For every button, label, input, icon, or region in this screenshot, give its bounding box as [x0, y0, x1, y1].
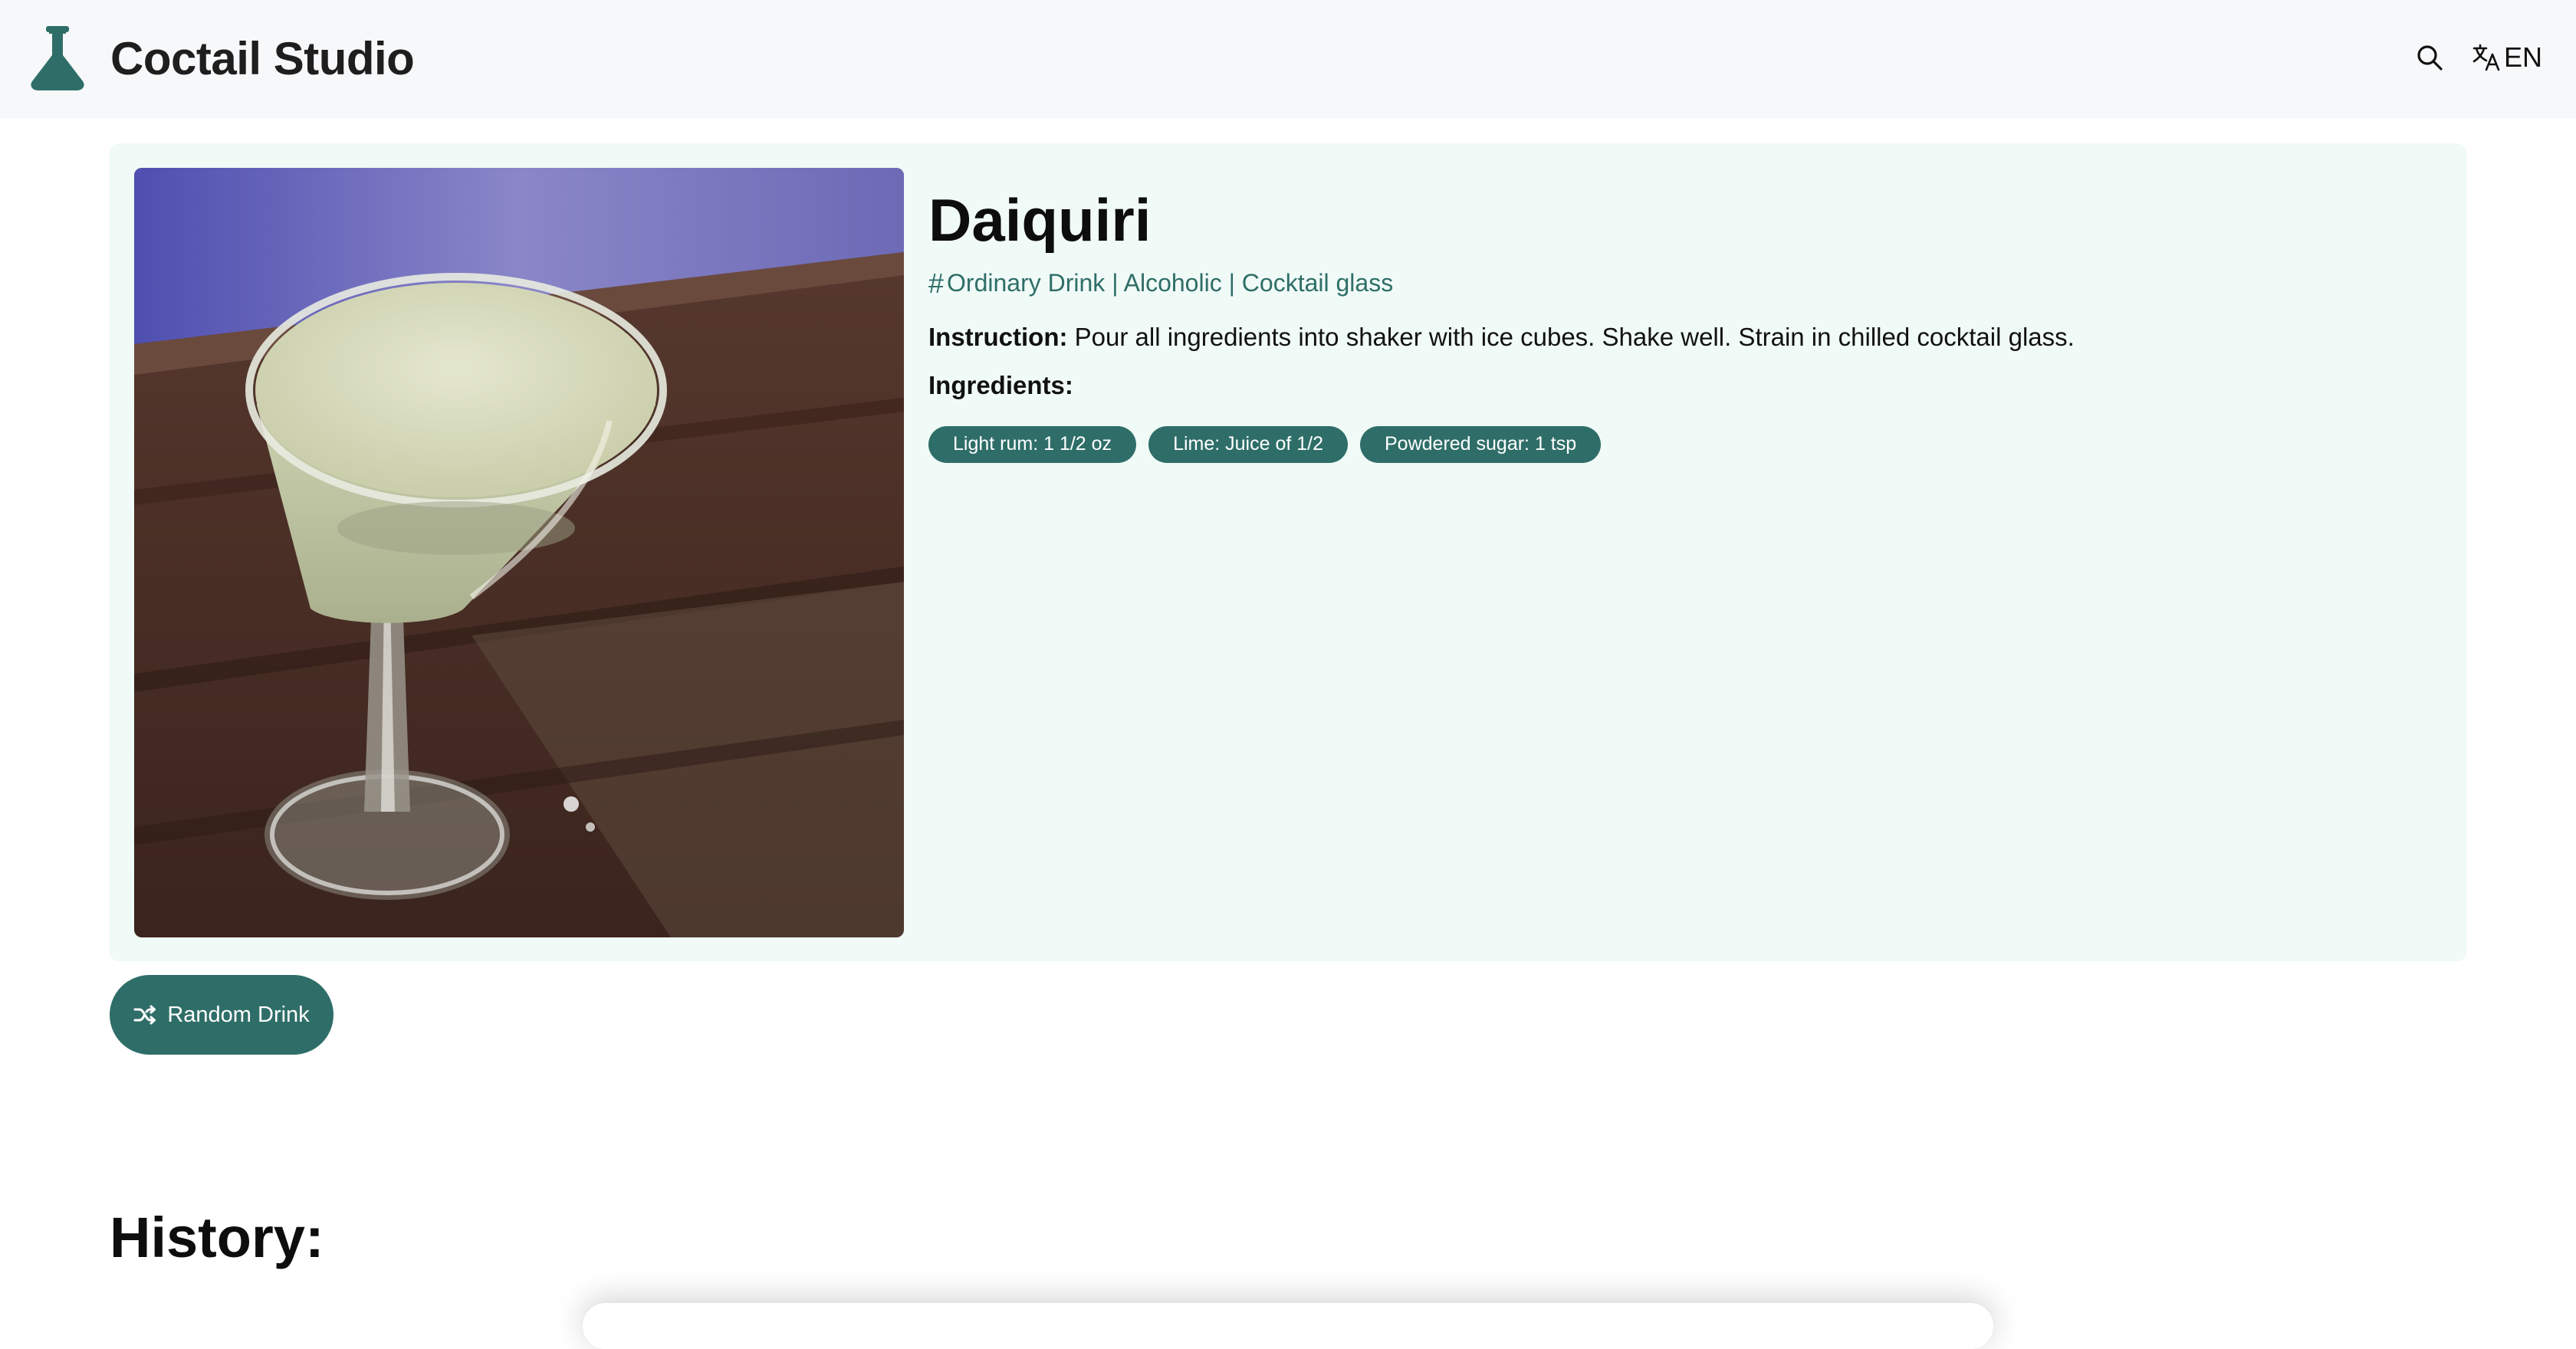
drink-card: Daiquiri # Ordinary Drink | Alcoholic | …	[110, 143, 2466, 961]
header-actions: EN	[2410, 38, 2542, 77]
top-bar: Coctail Studio EN	[0, 0, 2576, 118]
language-button[interactable]: EN	[2472, 38, 2542, 77]
drink-info: Daiquiri # Ordinary Drink | Alcoholic | …	[928, 186, 2436, 463]
hash-icon: #	[928, 267, 945, 299]
ingredient-chip[interactable]: Powdered sugar: 1 tsp	[1360, 425, 1602, 463]
drink-name: Daiquiri	[928, 186, 1152, 254]
translate-icon	[2472, 44, 2500, 71]
random-drink-label: Random Drink	[167, 1002, 310, 1027]
random-drink-button[interactable]: Random Drink	[110, 975, 334, 1055]
shuffle-icon	[133, 1005, 156, 1025]
ingredient-chip[interactable]: Lime: Juice of 1/2	[1148, 425, 1348, 463]
search-icon	[2417, 45, 2443, 71]
instruction: Instruction: Pour all ingredients into s…	[928, 321, 2436, 354]
instruction-label: Instruction:	[928, 322, 1068, 351]
drink-tags: # Ordinary Drink | Alcoholic | Cocktail …	[928, 268, 2436, 300]
brand[interactable]: Coctail Studio	[23, 25, 415, 94]
ingredients-label: Ingredients:	[928, 370, 1073, 399]
history-title: History:	[110, 1206, 324, 1269]
cocktail-glass-photo	[134, 168, 904, 937]
flask-icon	[31, 26, 84, 90]
search-button[interactable]	[2410, 38, 2449, 77]
history-list	[583, 1303, 1993, 1349]
ingredient-list: Light rum: 1 1/2 oz Lime: Juice of 1/2 P…	[928, 425, 2436, 463]
language-label: EN	[2503, 41, 2542, 73]
app-title: Coctail Studio	[110, 33, 415, 84]
instruction-text: Pour all ingredients into shaker with ic…	[1067, 322, 2075, 351]
ingredient-chip[interactable]: Light rum: 1 1/2 oz	[928, 425, 1137, 463]
drink-tags-text: Ordinary Drink | Alcoholic | Cocktail gl…	[947, 269, 1394, 297]
drink-photo	[134, 168, 904, 937]
